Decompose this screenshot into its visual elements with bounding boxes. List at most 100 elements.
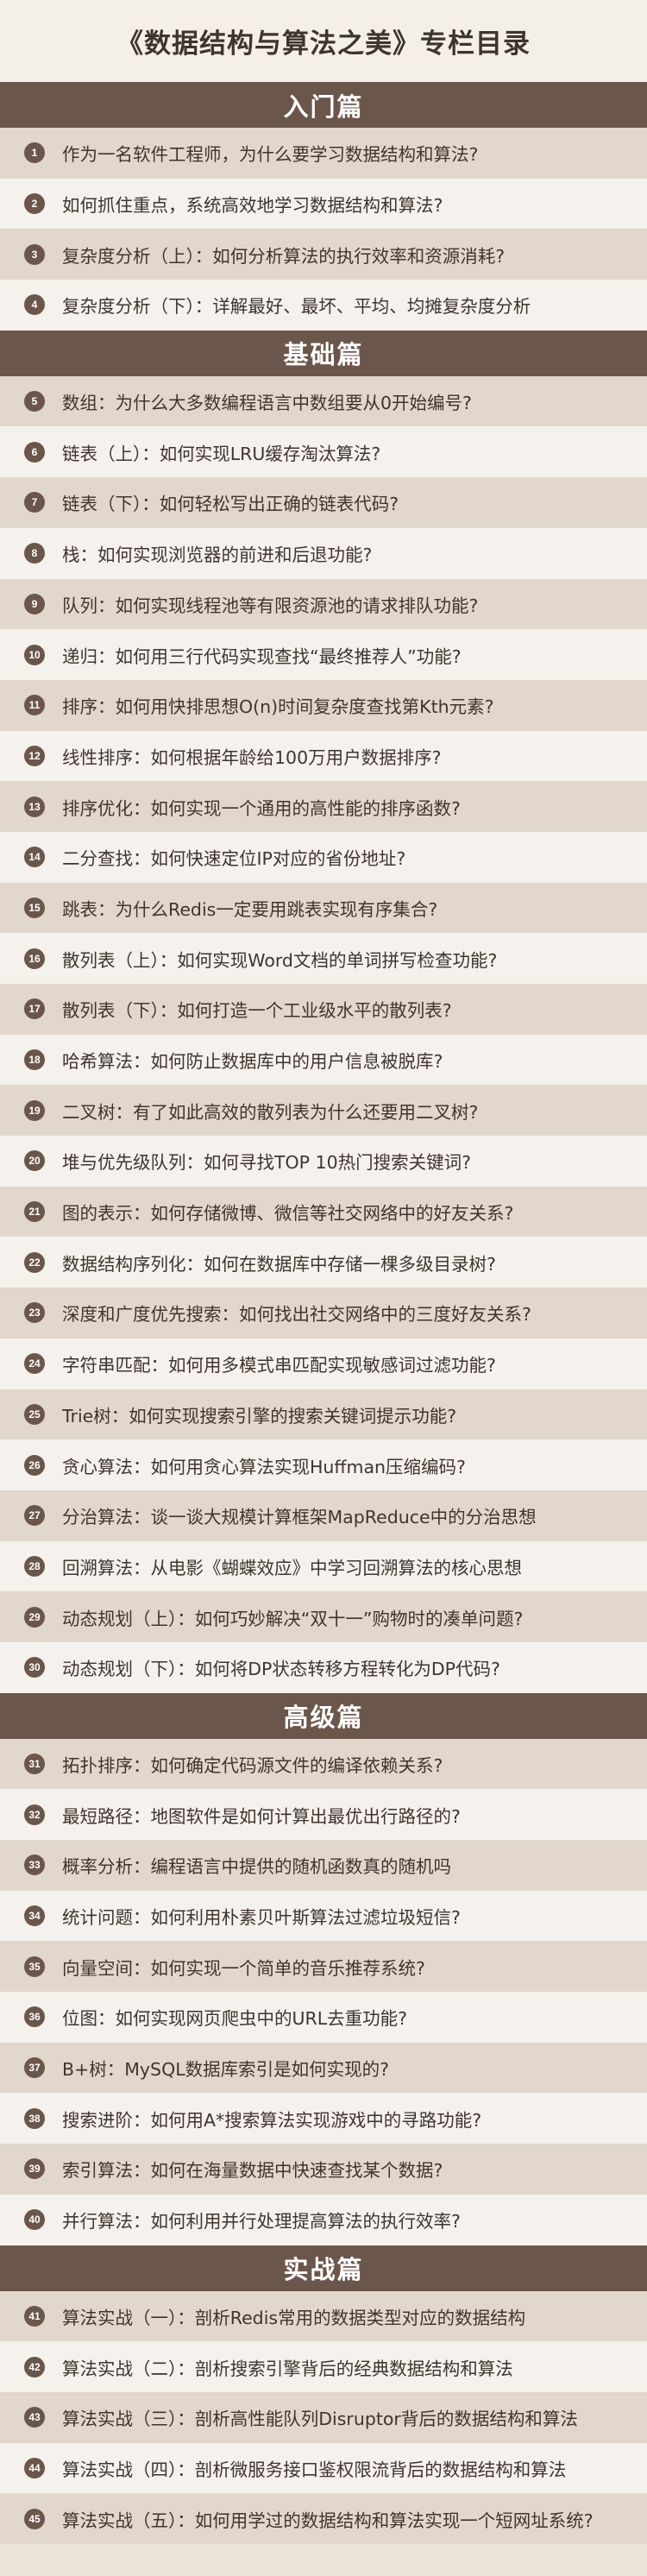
item-title: 作为一名软件工程师，为什么要学习数据结构和算法? (62, 144, 479, 166)
catalog-item[interactable]: 43 算法实战（三）：剖析高性能队列Disruptor背后的数据结构和算法 (0, 2391, 647, 2443)
item-number-badge: 31 (24, 1753, 45, 1774)
item-title: 回溯算法：从电影《蝴蝶效应》中学习回溯算法的核心思想 (62, 1557, 522, 1578)
catalog-item[interactable]: 14 二分查找：如何快速定位IP对应的省份地址? (0, 831, 647, 883)
section-header: 基础篇 (0, 330, 647, 376)
catalog-item[interactable]: 21 图的表示：如何存储微博、微信等社交网络中的好友关系? (0, 1186, 647, 1238)
item-title: 链表（下）：如何轻松写出正确的链表代码? (62, 494, 399, 515)
catalog-item[interactable]: 5 数组：为什么大多数编程语言中数组要从0开始编号? (0, 375, 647, 427)
item-title: 拓扑排序：如何确定代码源文件的编译依赖关系? (62, 1754, 443, 1776)
catalog-item[interactable]: 41 算法实战（一）：剖析Redis常用的数据类型对应的数据结构 (0, 2290, 647, 2342)
item-number-badge: 34 (24, 1905, 45, 1927)
catalog-item[interactable]: 3 复杂度分析（上）：如何分析算法的执行效率和资源消耗? (0, 229, 647, 280)
catalog-item[interactable]: 36 位图：如何实现网页爬虫中的URL去重功能? (0, 1992, 647, 2043)
catalog-item[interactable]: 8 栈：如何实现浏览器的前进和后退功能? (0, 527, 647, 579)
item-title: 如何抓住重点，系统高效地学习数据结构和算法? (62, 195, 443, 217)
item-title: 索引算法：如何在海量数据中快速查找某个数据? (62, 2160, 443, 2182)
item-number-badge: 20 (24, 1150, 45, 1172)
item-title: 链表（上）：如何实现LRU缓存淘汰算法? (62, 443, 381, 464)
catalog-item[interactable]: 42 算法实战（二）：剖析搜索引擎背后的经典数据结构和算法 (0, 2341, 647, 2392)
item-number-badge: 10 (24, 644, 45, 665)
item-number-badge: 4 (24, 294, 45, 316)
item-number-badge: 22 (24, 1251, 45, 1273)
catalog-item[interactable]: 2 如何抓住重点，系统高效地学习数据结构和算法? (0, 178, 647, 230)
item-number-badge: 2 (24, 193, 45, 215)
item-title: 算法实战（三）：剖析高性能队列Disruptor背后的数据结构和算法 (62, 2409, 578, 2430)
item-title: 队列：如何实现线程池等有限资源池的请求排队功能? (62, 595, 479, 616)
item-number-badge: 12 (24, 745, 45, 766)
item-title: 算法实战（一）：剖析Redis常用的数据类型对应的数据结构 (62, 2307, 526, 2328)
item-number-badge: 13 (24, 796, 45, 817)
item-number-badge: 29 (24, 1606, 45, 1628)
item-title: 图的表示：如何存储微博、微信等社交网络中的好友关系? (62, 1203, 514, 1225)
catalog-item[interactable]: 18 哈希算法：如何防止数据库中的用户信息被脱库? (0, 1034, 647, 1086)
catalog-item[interactable]: 1 作为一名软件工程师，为什么要学习数据结构和算法? (0, 128, 647, 179)
item-title: 算法实战（五）：如何用学过的数据结构和算法实现一个短网址系统? (62, 2510, 594, 2531)
catalog-item[interactable]: 17 散列表（下）：如何打造一个工业级水平的散列表? (0, 984, 647, 1035)
catalog-item[interactable]: 9 队列：如何实现线程池等有限资源池的请求排队功能? (0, 578, 647, 630)
section-header: 高级篇 (0, 1692, 647, 1739)
catalog-item[interactable]: 16 散列表（上）：如何实现Word文档的单词拼写检查功能? (0, 933, 647, 984)
catalog-item[interactable]: 30 动态规划（下）：如何将DP状态转移方程转化为DP代码? (0, 1641, 647, 1693)
item-number-badge: 5 (24, 391, 45, 413)
catalog-item[interactable]: 44 算法实战（四）：剖析微服务接口鉴权限流背后的数据结构和算法 (0, 2442, 647, 2494)
item-title: 复杂度分析（下）：详解最好、最坏、平均、均摊复杂度分析 (62, 296, 531, 318)
item-title: Trie树：如何实现搜索引擎的搜索关键词提示功能? (62, 1405, 457, 1427)
catalog-item[interactable]: 10 递归：如何用三行代码实现查找“最终推荐人”功能? (0, 629, 647, 680)
catalog-item[interactable]: 20 堆与优先级队列：如何寻找TOP 10热门搜索关键词? (0, 1136, 647, 1187)
section-2: 基础篇 5 数组：为什么大多数编程语言中数组要从0开始编号? 6 链表（上）：如何实现L… (0, 330, 647, 1693)
catalog-item[interactable]: 28 回溯算法：从电影《蝴蝶效应》中学习回溯算法的核心思想 (0, 1540, 647, 1592)
catalog-item[interactable]: 13 排序优化：如何实现一个通用的高性能的排序函数? (0, 781, 647, 832)
item-title: 概率分析：编程语言中提供的随机函数真的随机吗 (62, 1856, 451, 1878)
catalog-item[interactable]: 7 链表（下）：如何轻松写出正确的链表代码? (0, 477, 647, 528)
item-number-badge: 41 (24, 2305, 45, 2327)
catalog-item[interactable]: 27 分治算法：谈一谈大规模计算框架MapReduce中的分治思想 (0, 1490, 647, 1541)
catalog-item[interactable]: 45 算法实战（五）：如何用学过的数据结构和算法实现一个短网址系统? (0, 2493, 647, 2544)
item-number-badge: 19 (24, 1099, 45, 1121)
catalog-item[interactable]: 4 复杂度分析（下）：详解最好、最坏、平均、均摊复杂度分析 (0, 280, 647, 331)
item-title: 向量空间：如何实现一个简单的音乐推荐系统? (62, 1957, 425, 1979)
catalog-item[interactable]: 25 Trie树：如何实现搜索引擎的搜索关键词提示功能? (0, 1389, 647, 1440)
catalog-item[interactable]: 29 动态规划（上）：如何巧妙解决“双十一”购物时的凑单问题? (0, 1591, 647, 1642)
catalog-item[interactable]: 31 拓扑排序：如何确定代码源文件的编译依赖关系? (0, 1738, 647, 1790)
section-4: 实战篇 41 算法实战（一）：剖析Redis常用的数据类型对应的数据结构 42 算法实战… (0, 2245, 647, 2544)
catalog-page: 《数据结构与算法之美》专栏目录 入门篇 1 作为一名软件工程师，为什么要学习数据结构… (0, 0, 647, 2576)
item-title: 动态规划（下）：如何将DP状态转移方程转化为DP代码? (62, 1659, 500, 1680)
catalog-item[interactable]: 12 线性排序：如何根据年龄给100万用户数据排序? (0, 730, 647, 782)
catalog-item[interactable]: 39 索引算法：如何在海量数据中快速查找某个数据? (0, 2144, 647, 2195)
catalog-item[interactable]: 23 深度和广度优先搜索：如何找出社交网络中的三度好友关系? (0, 1288, 647, 1338)
item-title: 算法实战（二）：剖析搜索引擎背后的经典数据结构和算法 (62, 2358, 513, 2379)
catalog-item[interactable]: 26 贪心算法：如何用贪心算法实现Huffman压缩编码? (0, 1439, 647, 1490)
item-number-badge: 39 (24, 2158, 45, 2180)
catalog-item[interactable]: 34 统计问题：如何利用朴素贝叶斯算法过滤垃圾短信? (0, 1890, 647, 1942)
item-number-badge: 11 (24, 695, 45, 716)
catalog-item[interactable]: 11 排序：如何用快排思想O(n)时间复杂度查找第Kth元素? (0, 679, 647, 731)
catalog-item[interactable]: 19 二叉树：有了如此高效的散列表为什么还要用二叉树? (0, 1085, 647, 1137)
page-title: 《数据结构与算法之美》专栏目录 (0, 0, 647, 82)
catalog-item[interactable]: 32 最短路径：地图软件是如何计算出最优出行路径的? (0, 1789, 647, 1840)
item-title: 深度和广度优先搜索：如何找出社交网络中的三度好友关系? (62, 1304, 531, 1326)
catalog-item[interactable]: 33 概率分析：编程语言中提供的随机函数真的随机吗 (0, 1840, 647, 1891)
catalog-item[interactable]: 6 链表（上）：如何实现LRU缓存淘汰算法? (0, 426, 647, 478)
catalog-item[interactable]: 40 并行算法：如何利用并行处理提高算法的执行效率? (0, 2194, 647, 2245)
item-title: 栈：如何实现浏览器的前进和后退功能? (62, 545, 373, 566)
catalog-item[interactable]: 38 搜索进阶：如何用A*搜索算法实现游戏中的寻路功能? (0, 2093, 647, 2145)
catalog-item[interactable]: 37 B+树：MySQL数据库索引是如何实现的? (0, 2042, 647, 2094)
item-number-badge: 42 (24, 2356, 45, 2378)
item-title: B+树：MySQL数据库索引是如何实现的? (62, 2059, 390, 2081)
item-number-badge: 35 (24, 1956, 45, 1977)
item-title: 复杂度分析（上）：如何分析算法的执行效率和资源消耗? (62, 245, 506, 267)
catalog-item[interactable]: 22 数据结构序列化：如何在数据库中存储一棵多级目录树? (0, 1237, 647, 1288)
item-number-badge: 23 (24, 1302, 45, 1324)
catalog-item[interactable]: 24 字符串匹配：如何用多模式串匹配实现敏感词过滤功能? (0, 1338, 647, 1389)
catalog-item[interactable]: 15 跳表：为什么Redis一定要用跳表实现有序集合? (0, 882, 647, 934)
item-title: 算法实战（四）：剖析微服务接口鉴权限流背后的数据结构和算法 (62, 2459, 567, 2480)
item-title: 散列表（上）：如何实现Word文档的单词拼写检查功能? (62, 949, 498, 971)
item-number-badge: 1 (24, 142, 45, 164)
item-number-badge: 17 (24, 998, 45, 1020)
section-3: 高级篇 31 拓扑排序：如何确定代码源文件的编译依赖关系? 32 最短路径：地图软件是如… (0, 1692, 647, 2245)
item-number-badge: 36 (24, 2006, 45, 2028)
item-number-badge: 25 (24, 1403, 45, 1425)
item-title: 排序优化：如何实现一个通用的高性能的排序函数? (62, 797, 461, 819)
catalog-item[interactable]: 35 向量空间：如何实现一个简单的音乐推荐系统? (0, 1941, 647, 1993)
item-number-badge: 44 (24, 2457, 45, 2478)
